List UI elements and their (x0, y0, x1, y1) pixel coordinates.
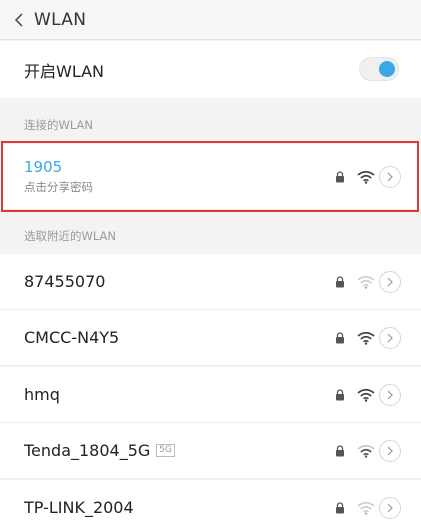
network-status-icons (335, 439, 401, 462)
back-button[interactable] (0, 0, 34, 40)
chevron-right-icon (387, 503, 393, 512)
chevron-right-icon (387, 172, 393, 181)
lock-icon (336, 331, 344, 343)
network-name: hmq (24, 385, 60, 404)
network-detail-button[interactable] (379, 496, 401, 519)
network-name: 87455070 (24, 272, 106, 291)
network-detail-button[interactable] (379, 165, 401, 188)
network-status-icons (335, 270, 401, 293)
chevron-right-icon (387, 277, 393, 286)
lock-icon (336, 444, 344, 456)
chevron-right-icon (387, 390, 393, 399)
network-status-icons (335, 496, 401, 519)
wifi-signal-icon (357, 275, 375, 289)
wifi-signal-icon (357, 331, 375, 345)
chevron-left-icon (14, 12, 23, 27)
band-badge: 5G (156, 444, 175, 457)
network-row[interactable]: Tenda_1804_5G 5G (0, 423, 421, 479)
wlan-switch[interactable] (359, 57, 399, 81)
chevron-right-icon (387, 446, 393, 455)
wifi-signal-icon (357, 444, 375, 458)
wlan-toggle-label: 开启WLAN (24, 61, 105, 81)
connected-section-label: 连接的WLAN (24, 118, 94, 132)
title-bar: WLAN (0, 0, 421, 40)
network-status-icons (335, 383, 401, 406)
wifi-signal-icon (357, 501, 375, 515)
network-detail-button[interactable] (379, 439, 401, 462)
network-status-icons (335, 326, 401, 349)
network-detail-button[interactable] (379, 270, 401, 293)
network-status-icons (335, 165, 401, 188)
network-row[interactable]: CMCC-N4Y5 (0, 310, 421, 366)
connected-network-row[interactable]: 1905 点击分享密码 (0, 144, 421, 210)
wlan-toggle-row[interactable]: 开启WLAN (0, 41, 421, 98)
lock-icon (336, 501, 344, 513)
lock-icon (336, 170, 344, 182)
network-row[interactable]: hmq (0, 367, 421, 423)
lock-icon (336, 275, 344, 287)
network-name: Tenda_1804_5G (24, 441, 151, 460)
network-detail-button[interactable] (379, 326, 401, 349)
wifi-signal-icon (357, 170, 375, 184)
wifi-signal-icon (357, 388, 375, 402)
chevron-right-icon (387, 333, 393, 342)
network-row[interactable]: TP-LINK_2004 (0, 480, 421, 531)
share-password-hint: 点击分享密码 (24, 180, 93, 194)
network-name: CMCC-N4Y5 (24, 328, 120, 347)
connected-network-name: 1905 (24, 158, 63, 176)
switch-knob (379, 61, 395, 77)
lock-icon (336, 388, 344, 400)
network-detail-button[interactable] (379, 383, 401, 406)
page-title: WLAN (34, 9, 87, 30)
network-name: TP-LINK_2004 (24, 498, 134, 517)
nearby-section-label: 选取附近的WLAN (24, 229, 117, 243)
network-row[interactable]: 87455070 (0, 254, 421, 310)
